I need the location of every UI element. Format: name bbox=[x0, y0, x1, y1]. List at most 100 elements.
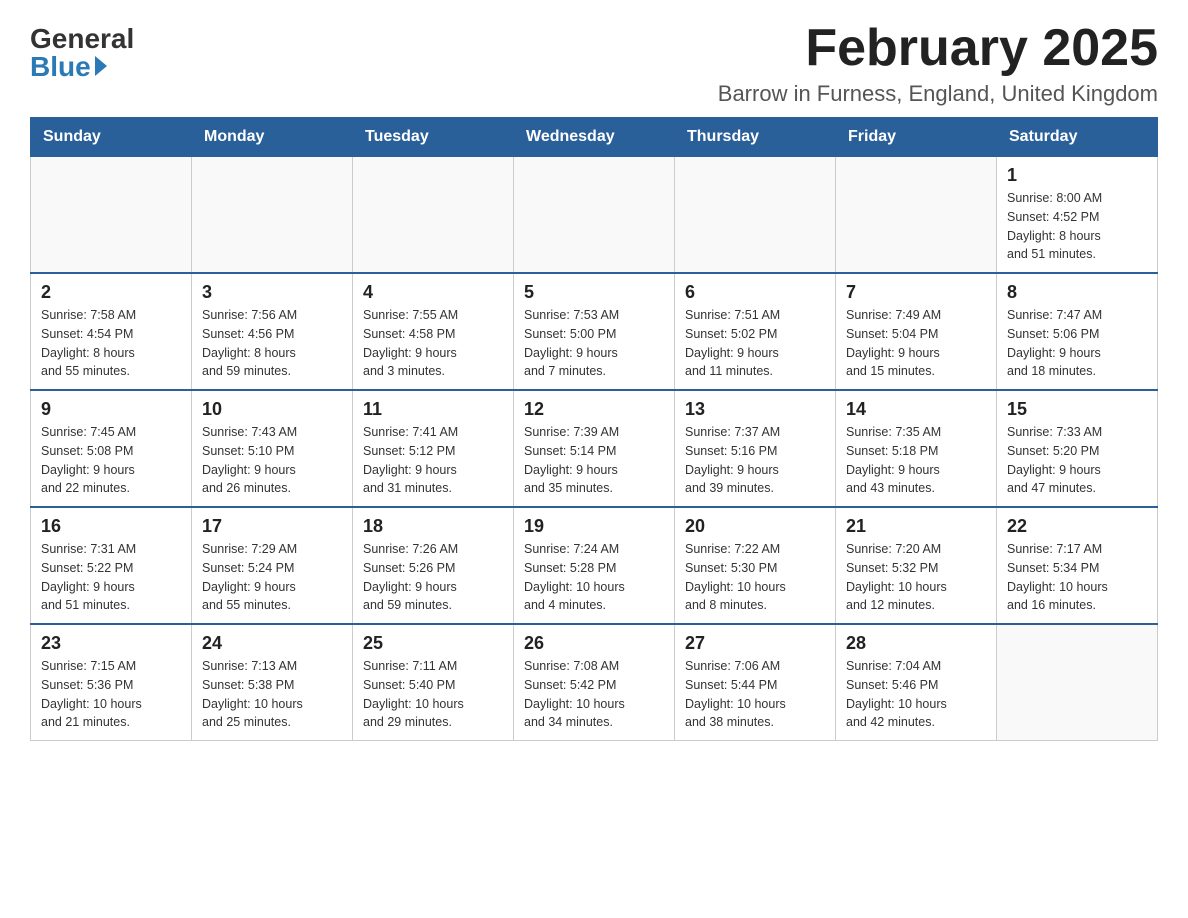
day-info: Sunrise: 7:13 AMSunset: 5:38 PMDaylight:… bbox=[202, 657, 342, 732]
day-info: Sunrise: 7:49 AMSunset: 5:04 PMDaylight:… bbox=[846, 306, 986, 381]
table-row: 28 Sunrise: 7:04 AMSunset: 5:46 PMDayligh… bbox=[836, 624, 997, 741]
table-row: 19 Sunrise: 7:24 AMSunset: 5:28 PMDayligh… bbox=[514, 507, 675, 624]
day-info: Sunrise: 7:39 AMSunset: 5:14 PMDaylight:… bbox=[524, 423, 664, 498]
table-row: 8Sunrise: 7:47 AMSunset: 5:06 PMDaylight… bbox=[997, 273, 1158, 390]
header-wednesday: Wednesday bbox=[514, 118, 675, 157]
weekday-header-row: Sunday Monday Tuesday Wednesday Thursday… bbox=[31, 118, 1158, 157]
table-row: 23 Sunrise: 7:15 AMSunset: 5:36 PMDayligh… bbox=[31, 624, 192, 741]
table-row bbox=[31, 157, 192, 274]
day-number: 18 bbox=[363, 516, 503, 537]
day-info: Sunrise: 7:08 AMSunset: 5:42 PMDaylight:… bbox=[524, 657, 664, 732]
title-section: February 2025 Barrow in Furness, England… bbox=[718, 20, 1158, 107]
day-info: Sunrise: 7:31 AMSunset: 5:22 PMDaylight:… bbox=[41, 540, 181, 615]
day-info: Sunrise: 7:04 AMSunset: 5:46 PMDaylight:… bbox=[846, 657, 986, 732]
day-number: 24 bbox=[202, 633, 342, 654]
table-row bbox=[353, 157, 514, 274]
logo-arrow-icon bbox=[95, 56, 107, 76]
day-number: 9 bbox=[41, 399, 181, 420]
day-info: Sunrise: 7:17 AMSunset: 5:34 PMDaylight:… bbox=[1007, 540, 1147, 615]
day-number: 20 bbox=[685, 516, 825, 537]
table-row: 16 Sunrise: 7:31 AMSunset: 5:22 PMDayligh… bbox=[31, 507, 192, 624]
day-number: 15 bbox=[1007, 399, 1147, 420]
day-info: Sunrise: 7:29 AMSunset: 5:24 PMDaylight:… bbox=[202, 540, 342, 615]
day-number: 7 bbox=[846, 282, 986, 303]
day-number: 17 bbox=[202, 516, 342, 537]
day-number: 16 bbox=[41, 516, 181, 537]
day-number: 19 bbox=[524, 516, 664, 537]
table-row: 15 Sunrise: 7:33 AMSunset: 5:20 PMDayligh… bbox=[997, 390, 1158, 507]
table-row: 5 Sunrise: 7:53 AMSunset: 5:00 PMDaylight… bbox=[514, 273, 675, 390]
day-number: 26 bbox=[524, 633, 664, 654]
week-row-1: 1Sunrise: 8:00 AMSunset: 4:52 PMDaylight… bbox=[31, 157, 1158, 274]
table-row bbox=[192, 157, 353, 274]
day-number: 4 bbox=[363, 282, 503, 303]
day-number: 8 bbox=[1007, 282, 1147, 303]
header-tuesday: Tuesday bbox=[353, 118, 514, 157]
table-row: 14Sunrise: 7:35 AMSunset: 5:18 PMDayligh… bbox=[836, 390, 997, 507]
day-info: Sunrise: 7:51 AMSunset: 5:02 PMDaylight:… bbox=[685, 306, 825, 381]
day-info: Sunrise: 7:15 AMSunset: 5:36 PMDaylight:… bbox=[41, 657, 181, 732]
day-info: Sunrise: 7:56 AMSunset: 4:56 PMDaylight:… bbox=[202, 306, 342, 381]
week-row-5: 23 Sunrise: 7:15 AMSunset: 5:36 PMDayligh… bbox=[31, 624, 1158, 741]
day-info: Sunrise: 7:45 AMSunset: 5:08 PMDaylight:… bbox=[41, 423, 181, 498]
day-number: 10 bbox=[202, 399, 342, 420]
day-number: 23 bbox=[41, 633, 181, 654]
table-row: 9 Sunrise: 7:45 AMSunset: 5:08 PMDaylight… bbox=[31, 390, 192, 507]
table-row: 21 Sunrise: 7:20 AMSunset: 5:32 PMDayligh… bbox=[836, 507, 997, 624]
table-row: 27 Sunrise: 7:06 AMSunset: 5:44 PMDayligh… bbox=[675, 624, 836, 741]
calendar-table: Sunday Monday Tuesday Wednesday Thursday… bbox=[30, 117, 1158, 741]
table-row: 18 Sunrise: 7:26 AMSunset: 5:26 PMDayligh… bbox=[353, 507, 514, 624]
day-info: Sunrise: 7:43 AMSunset: 5:10 PMDaylight:… bbox=[202, 423, 342, 498]
table-row bbox=[514, 157, 675, 274]
header-monday: Monday bbox=[192, 118, 353, 157]
day-info: Sunrise: 7:53 AMSunset: 5:00 PMDaylight:… bbox=[524, 306, 664, 381]
table-row: 26 Sunrise: 7:08 AMSunset: 5:42 PMDayligh… bbox=[514, 624, 675, 741]
day-number: 11 bbox=[363, 399, 503, 420]
day-number: 12 bbox=[524, 399, 664, 420]
day-info: Sunrise: 7:24 AMSunset: 5:28 PMDaylight:… bbox=[524, 540, 664, 615]
day-info: Sunrise: 7:22 AMSunset: 5:30 PMDaylight:… bbox=[685, 540, 825, 615]
day-info: Sunrise: 7:33 AMSunset: 5:20 PMDaylight:… bbox=[1007, 423, 1147, 498]
table-row: 1Sunrise: 8:00 AMSunset: 4:52 PMDaylight… bbox=[997, 157, 1158, 274]
day-info: Sunrise: 7:37 AMSunset: 5:16 PMDaylight:… bbox=[685, 423, 825, 498]
table-row: 12 Sunrise: 7:39 AMSunset: 5:14 PMDayligh… bbox=[514, 390, 675, 507]
table-row: 4Sunrise: 7:55 AMSunset: 4:58 PMDaylight… bbox=[353, 273, 514, 390]
table-row: 17 Sunrise: 7:29 AMSunset: 5:24 PMDayligh… bbox=[192, 507, 353, 624]
day-number: 5 bbox=[524, 282, 664, 303]
day-number: 6 bbox=[685, 282, 825, 303]
table-row: 24 Sunrise: 7:13 AMSunset: 5:38 PMDayligh… bbox=[192, 624, 353, 741]
day-number: 14 bbox=[846, 399, 986, 420]
table-row: 11Sunrise: 7:41 AMSunset: 5:12 PMDayligh… bbox=[353, 390, 514, 507]
day-number: 2 bbox=[41, 282, 181, 303]
table-row: 7 Sunrise: 7:49 AMSunset: 5:04 PMDaylight… bbox=[836, 273, 997, 390]
day-info: Sunrise: 7:06 AMSunset: 5:44 PMDaylight:… bbox=[685, 657, 825, 732]
week-row-3: 9 Sunrise: 7:45 AMSunset: 5:08 PMDaylight… bbox=[31, 390, 1158, 507]
location-subtitle: Barrow in Furness, England, United Kingd… bbox=[718, 81, 1158, 107]
day-number: 13 bbox=[685, 399, 825, 420]
day-number: 25 bbox=[363, 633, 503, 654]
table-row: 10 Sunrise: 7:43 AMSunset: 5:10 PMDayligh… bbox=[192, 390, 353, 507]
header-saturday: Saturday bbox=[997, 118, 1158, 157]
table-row bbox=[675, 157, 836, 274]
day-number: 28 bbox=[846, 633, 986, 654]
day-number: 22 bbox=[1007, 516, 1147, 537]
week-row-2: 2 Sunrise: 7:58 AMSunset: 4:54 PMDaylight… bbox=[31, 273, 1158, 390]
logo-general-text: General bbox=[30, 25, 134, 53]
table-row bbox=[997, 624, 1158, 741]
day-info: Sunrise: 7:58 AMSunset: 4:54 PMDaylight:… bbox=[41, 306, 181, 381]
day-number: 1 bbox=[1007, 165, 1147, 186]
day-info: Sunrise: 7:11 AMSunset: 5:40 PMDaylight:… bbox=[363, 657, 503, 732]
header-sunday: Sunday bbox=[31, 118, 192, 157]
day-number: 27 bbox=[685, 633, 825, 654]
day-number: 21 bbox=[846, 516, 986, 537]
table-row: 25 Sunrise: 7:11 AMSunset: 5:40 PMDayligh… bbox=[353, 624, 514, 741]
header-thursday: Thursday bbox=[675, 118, 836, 157]
logo: General Blue bbox=[30, 20, 134, 81]
day-info: Sunrise: 7:26 AMSunset: 5:26 PMDaylight:… bbox=[363, 540, 503, 615]
day-info: Sunrise: 7:20 AMSunset: 5:32 PMDaylight:… bbox=[846, 540, 986, 615]
table-row: 22 Sunrise: 7:17 AMSunset: 5:34 PMDayligh… bbox=[997, 507, 1158, 624]
logo-blue-text: Blue bbox=[30, 53, 107, 81]
table-row: 3Sunrise: 7:56 AMSunset: 4:56 PMDaylight… bbox=[192, 273, 353, 390]
header-friday: Friday bbox=[836, 118, 997, 157]
week-row-4: 16 Sunrise: 7:31 AMSunset: 5:22 PMDayligh… bbox=[31, 507, 1158, 624]
